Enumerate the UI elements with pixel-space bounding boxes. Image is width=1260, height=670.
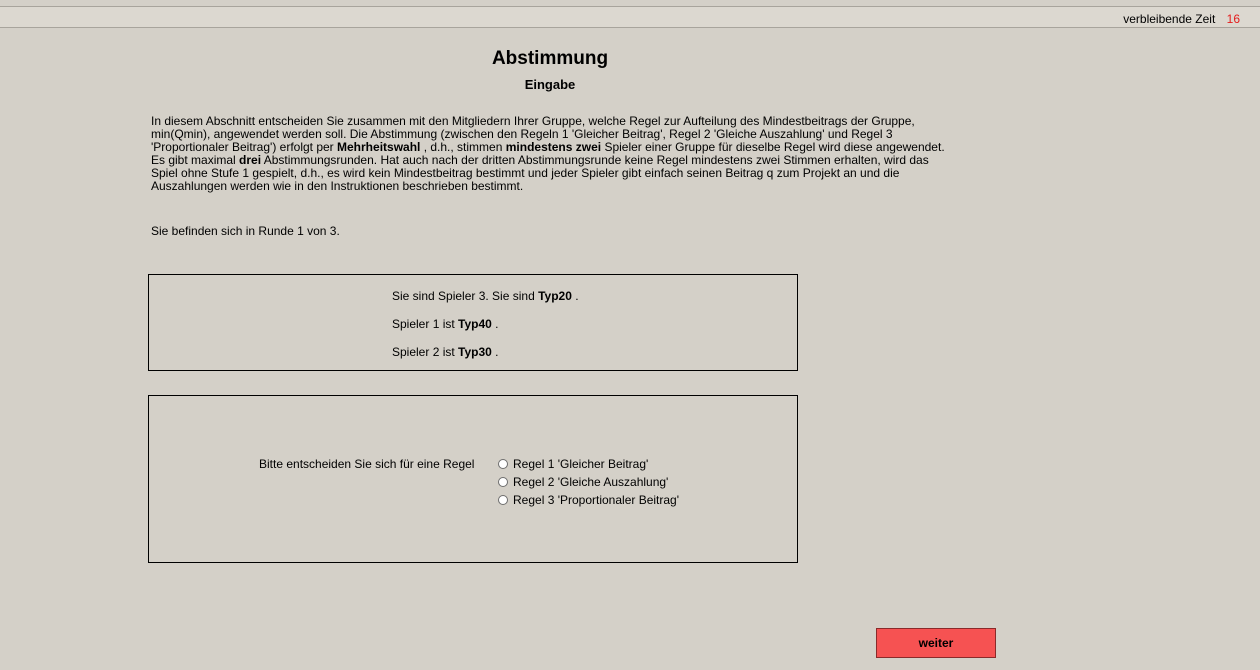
rule-3-radio[interactable] xyxy=(498,495,508,505)
player-1-text: Spieler 1 ist xyxy=(392,317,459,331)
player-1-type: Typ40 xyxy=(458,317,492,331)
rule-1-label[interactable]: Regel 1 'Gleicher Beitrag' xyxy=(513,457,648,471)
instructions: In diesem Abschnitt entscheiden Sie zusa… xyxy=(151,115,951,193)
top-bar: verbleibende Zeit 16 xyxy=(0,6,1260,28)
player-1-line: Spieler 1 ist Typ40 . xyxy=(392,317,499,331)
timer: verbleibende Zeit 16 xyxy=(1123,12,1240,26)
player-2-suffix: . xyxy=(491,345,499,359)
rule-2-label[interactable]: Regel 2 'Gleiche Auszahlung' xyxy=(513,475,668,489)
intro-bold-1: Mehrheitswahl xyxy=(337,140,421,154)
rule-2-radio[interactable] xyxy=(498,477,508,487)
round-info: Sie befinden sich in Runde 1 von 3. xyxy=(151,224,340,238)
page-title: Abstimmung xyxy=(491,48,609,69)
rule-2-option[interactable]: Regel 2 'Gleiche Auszahlung' xyxy=(498,473,679,491)
player-1-suffix: . xyxy=(491,317,499,331)
self-player-line: Sie sind Spieler 3. Sie sind Typ20 . xyxy=(392,289,579,303)
vote-box: Bitte entscheiden Sie sich für eine Rege… xyxy=(148,395,798,563)
player-2-type: Typ30 xyxy=(458,345,492,359)
timer-label: verbleibende Zeit xyxy=(1123,12,1216,26)
vote-options: Regel 1 'Gleicher Beitrag' Regel 2 'Glei… xyxy=(498,455,679,509)
rule-3-option[interactable]: Regel 3 'Proportionaler Beitrag' xyxy=(498,491,679,509)
self-player-type: Typ20 xyxy=(538,289,572,303)
self-player-text: Sie sind Spieler 3. Sie sind xyxy=(392,289,539,303)
player-2-line: Spieler 2 ist Typ30 . xyxy=(392,345,499,359)
rule-1-option[interactable]: Regel 1 'Gleicher Beitrag' xyxy=(498,455,679,473)
page-subtitle: Eingabe xyxy=(524,77,576,92)
timer-value: 16 xyxy=(1226,12,1240,26)
player-2-text: Spieler 2 ist xyxy=(392,345,459,359)
vote-prompt: Bitte entscheiden Sie sich für eine Rege… xyxy=(259,457,475,471)
rule-3-label[interactable]: Regel 3 'Proportionaler Beitrag' xyxy=(513,493,679,507)
intro-bold-2: mindestens zwei xyxy=(505,140,602,154)
self-player-suffix: . xyxy=(571,289,579,303)
rule-1-radio[interactable] xyxy=(498,459,508,469)
intro-text-4: Abstimmungsrunden. Hat auch nach der dri… xyxy=(151,153,929,193)
player-info-box: Sie sind Spieler 3. Sie sind Typ20 . Spi… xyxy=(148,274,798,371)
intro-bold-3: drei xyxy=(239,153,262,167)
intro-text-2: , d.h., stimmen xyxy=(420,140,506,154)
next-button[interactable]: weiter xyxy=(876,628,996,658)
